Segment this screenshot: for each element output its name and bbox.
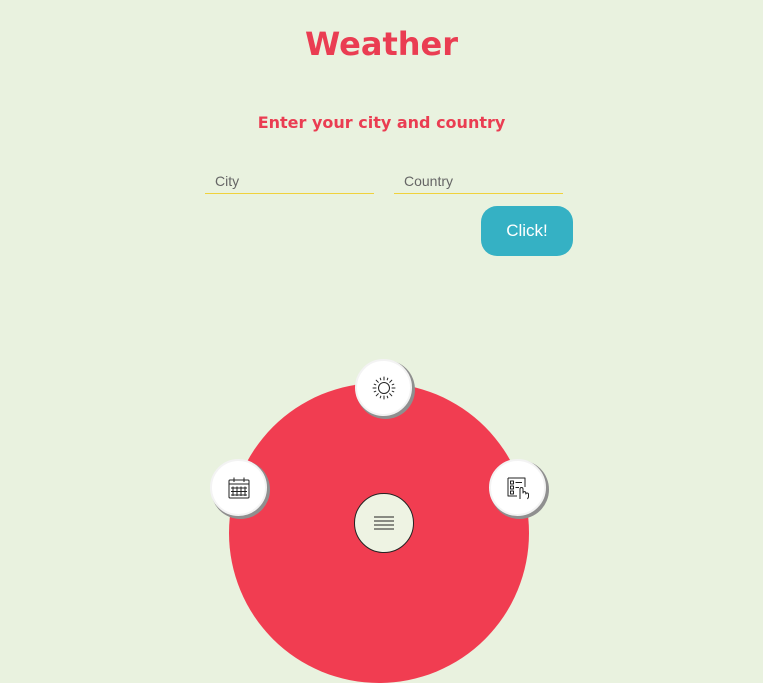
country-input[interactable] [394, 168, 563, 194]
menu-item-sun[interactable] [355, 359, 412, 416]
city-input[interactable] [205, 168, 374, 194]
menu-item-forecast[interactable] [489, 459, 546, 516]
menu-toggle-button[interactable] [354, 493, 414, 553]
page-title: Weather [304, 25, 458, 63]
menu-item-calendar[interactable] [210, 459, 267, 516]
calendar-icon [228, 477, 249, 498]
forecast-icon [507, 477, 529, 499]
sun-icon [372, 376, 395, 399]
page-subtitle: Enter your city and country [257, 113, 506, 132]
submit-button[interactable]: Click! [481, 206, 573, 256]
hamburger-icon [374, 516, 394, 530]
